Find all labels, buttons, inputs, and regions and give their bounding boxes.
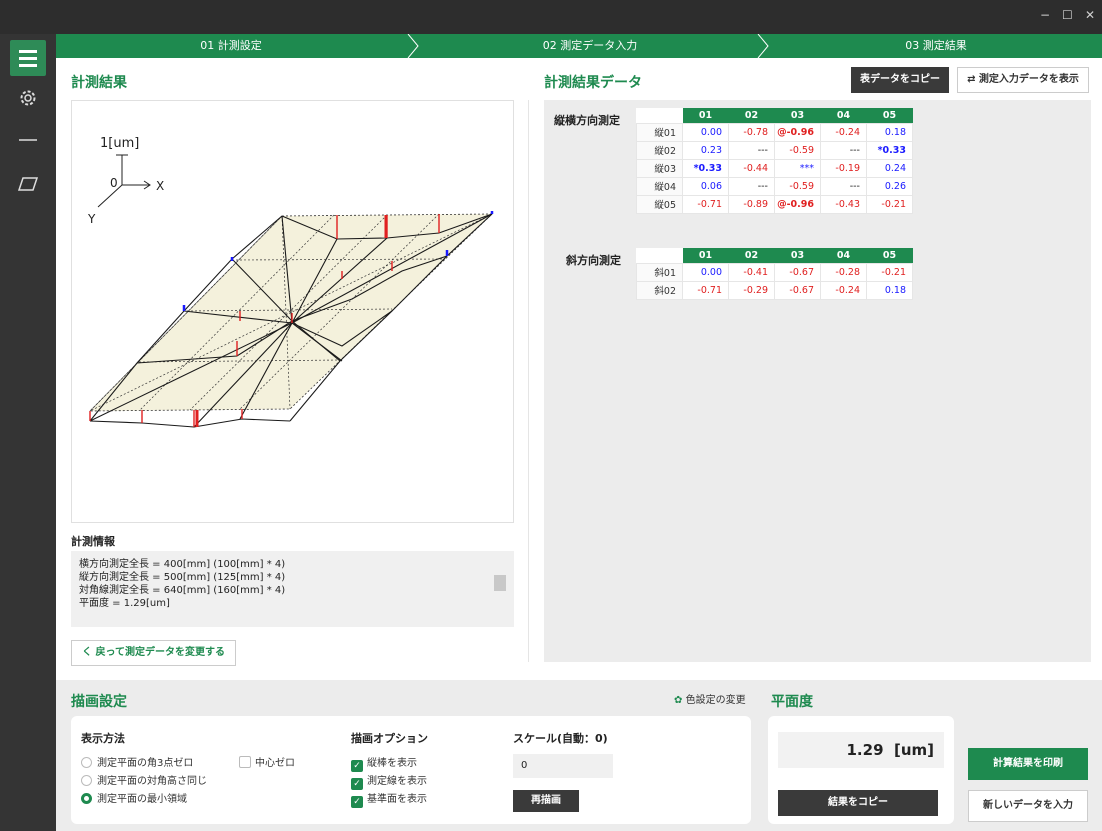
measurement-info-box: 横方向測定全長 = 400[mm] (100[mm] * 4) 縦方向測定全長 … xyxy=(71,551,514,627)
table-row: 縦02 0.23 --- -0.59 --- *0.33 xyxy=(636,140,913,160)
flatness-title: 平面度 xyxy=(771,694,813,710)
check-icon: ✓ xyxy=(351,778,363,790)
column-header: 05 xyxy=(866,248,913,263)
flatness-value-box: 1.29 [um] xyxy=(778,732,944,768)
column-header: 01 xyxy=(682,108,729,123)
display-method-label: 表示方法 xyxy=(81,732,125,745)
flatness-3d-view: 1[um] 0 X Y xyxy=(71,100,514,523)
info-scrollbar[interactable] xyxy=(494,575,506,591)
main-content: 計測結果 1[um] 0 X Y 計測情報 横方向測定全長 = 400[mm] … xyxy=(56,58,1102,680)
info-line: 対角線測定全長 = 640[mm] (160[mm] * 4) xyxy=(79,585,286,596)
column-header: 03 xyxy=(774,248,821,263)
radio-icon xyxy=(81,757,92,768)
window-titlebar: − ☐ ✕ xyxy=(0,0,1102,34)
show-bars-checkbox[interactable]: ✓ 縦棒を表示 xyxy=(351,754,417,772)
flatness-drawing: 1[um] 0 X Y xyxy=(87,136,494,428)
color-settings-link[interactable]: ✿ 色設定の変更 xyxy=(674,691,746,706)
maximize-button[interactable]: ☐ xyxy=(1062,8,1073,22)
table-row: 斜01 0.00 -0.41 -0.67 -0.28 -0.21 xyxy=(636,262,913,282)
step-bar: 01 計測設定 02 測定データ入力 03 測定結果 xyxy=(56,34,1102,58)
print-result-button[interactable]: 計算結果を印刷 xyxy=(968,748,1088,780)
axis-unit-label: 1[um] xyxy=(100,136,139,151)
table-row: 縦04 0.06 --- -0.59 --- 0.26 xyxy=(636,176,913,196)
radio-corner-three-zero[interactable]: 測定平面の角3点ゼロ xyxy=(81,754,193,769)
axis-x-label: X xyxy=(156,179,164,193)
chevron-right-icon xyxy=(407,34,419,58)
draw-options-label: 描画オプション xyxy=(351,732,428,745)
measurement-info-label: 計測情報 xyxy=(71,535,115,548)
show-base-plane-checkbox[interactable]: ✓ 基準面を表示 xyxy=(351,790,427,808)
column-header: 02 xyxy=(728,248,775,263)
new-data-button[interactable]: 新しいデータを入力 xyxy=(968,790,1088,822)
table-vertical-horizontal: 01 02 03 04 05 縦01 0.00 -0.78 @-0.96 -0.… xyxy=(636,108,913,214)
menu-icon[interactable] xyxy=(10,40,46,76)
scale-input[interactable]: 0 xyxy=(513,754,613,778)
radio-diagonal-equal[interactable]: 測定平面の対角高さ同じ xyxy=(81,772,207,787)
redraw-button[interactable]: 再描画 xyxy=(513,790,579,812)
checkbox-icon xyxy=(239,756,251,768)
radio-minimum-zone[interactable]: 測定平面の最小領域 xyxy=(81,790,187,805)
info-line: 縦方向測定全長 = 500[mm] (125[mm] * 4) xyxy=(79,572,286,583)
table-row: 縦05 -0.71 -0.89 @-0.96 -0.43 -0.21 xyxy=(636,194,913,214)
flatness-unit: [um] xyxy=(893,741,934,759)
draw-settings-title: 描画設定 xyxy=(71,694,127,710)
result-data-title: 計測結果データ xyxy=(544,75,642,91)
table2-label: 斜方向測定 xyxy=(566,254,621,267)
table-row: 縦01 0.00 -0.78 @-0.96 -0.24 0.18 xyxy=(636,122,913,142)
axis-y-label: Y xyxy=(87,212,96,226)
gear-icon[interactable] xyxy=(18,88,38,108)
table-row: 縦03 *0.33 -0.44 *** -0.19 0.24 xyxy=(636,158,913,178)
column-header: 02 xyxy=(728,108,775,123)
column-header: 05 xyxy=(866,108,913,123)
parallelogram-icon[interactable] xyxy=(18,174,38,194)
check-icon: ✓ xyxy=(351,760,363,772)
divider xyxy=(528,100,529,662)
column-header: 04 xyxy=(820,108,867,123)
step-results[interactable]: 03 測定結果 xyxy=(770,34,1102,58)
side-rail xyxy=(0,34,56,831)
table1-label: 縦横方向測定 xyxy=(554,114,620,127)
show-lines-checkbox[interactable]: ✓ 測定線を表示 xyxy=(351,772,427,790)
table-diagonal: 01 02 03 04 05 斜01 0.00 -0.41 -0.67 -0.2… xyxy=(636,248,913,300)
step-data-input[interactable]: 02 測定データ入力 xyxy=(420,34,760,58)
radio-icon xyxy=(81,775,92,786)
copy-result-button[interactable]: 結果をコピー xyxy=(778,790,938,816)
check-icon: ✓ xyxy=(351,796,363,808)
draw-settings-card: 表示方法 測定平面の角3点ゼロ 測定平面の対角高さ同じ 測定平面の最小領域 中心… xyxy=(71,716,751,824)
gear-icon: ✿ xyxy=(674,695,683,706)
step-settings[interactable]: 01 計測設定 xyxy=(56,34,406,58)
axis-zero-label: 0 xyxy=(110,176,118,190)
bottom-panel: 描画設定 ✿ 色設定の変更 表示方法 測定平面の角3点ゼロ 測定平面の対角高さ同… xyxy=(56,680,1102,831)
minimize-button[interactable]: − xyxy=(1040,8,1050,22)
close-button[interactable]: ✕ xyxy=(1085,8,1095,22)
radio-selected-icon xyxy=(81,793,92,804)
center-zero-checkbox[interactable]: 中心ゼロ xyxy=(239,754,295,769)
flatness-value: 1.29 xyxy=(846,741,884,759)
scale-label: スケール(自動：0) xyxy=(513,732,608,745)
line-icon[interactable] xyxy=(18,130,38,150)
info-line: 横方向測定全長 = 400[mm] (100[mm] * 4) xyxy=(79,559,286,570)
back-edit-data-button[interactable]: く 戻って測定データを変更する xyxy=(71,640,236,666)
column-header: 01 xyxy=(682,248,729,263)
show-input-data-button[interactable]: ⇄ 測定入力データを表示 xyxy=(957,67,1089,93)
column-header: 04 xyxy=(820,248,867,263)
copy-table-button[interactable]: 表データをコピー xyxy=(851,67,949,93)
info-line: 平面度 = 1.29[um] xyxy=(79,598,170,609)
table-row: 斜02 -0.71 -0.29 -0.67 -0.24 0.18 xyxy=(636,280,913,300)
column-header: 03 xyxy=(774,108,821,123)
result-data-panel: 縦横方向測定 01 02 03 04 05 縦01 0.00 -0.78 @-0… xyxy=(544,100,1091,662)
results-title: 計測結果 xyxy=(71,75,127,91)
chevron-right-icon xyxy=(757,34,769,58)
